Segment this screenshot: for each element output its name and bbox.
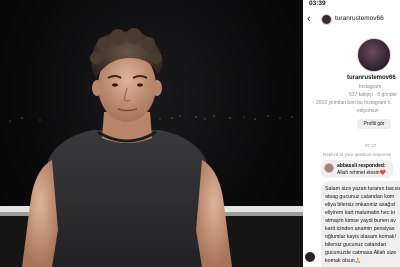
- message-bubble[interactable]: Salam sizə yazan turanın bacısı atsag gu…: [321, 181, 400, 267]
- profile-platform: Instagram: [359, 84, 382, 90]
- message-timestamp: 07:27: [365, 143, 377, 148]
- message-line: komak olsun🙏: [325, 258, 362, 264]
- profile-avatar[interactable]: [357, 38, 391, 72]
- profile-stats: 537 takipçi · 8 gönder: [349, 92, 398, 98]
- chat-header: ‹ turanrustemov66: [303, 12, 400, 28]
- profile-since-continued: ediyorsun: [357, 108, 379, 114]
- status-bar-time: 03:39: [309, 0, 326, 7]
- person-photo-illustration: [0, 28, 303, 267]
- header-username[interactable]: turanrustemov66: [335, 15, 384, 22]
- view-profile-button[interactable]: Profili gör: [357, 119, 391, 129]
- header-avatar[interactable]: [321, 14, 332, 25]
- message-line: atmayin kimse yaydi bunen av: [325, 218, 396, 224]
- sender-avatar: [305, 252, 315, 262]
- reply-note: Replied to your question response: [323, 152, 392, 157]
- message-line: atsag gucunuz catandan kom: [325, 194, 395, 200]
- message-line: eliyirem kart malumatin hec ki: [325, 210, 395, 216]
- message-line: bilersiz gucunuz catandan: [325, 242, 387, 248]
- story-reply-bubble[interactable]: abbassli responded: Allah rehmet elesin❤…: [321, 160, 393, 178]
- profile-name: turanrustemov66: [347, 75, 396, 81]
- profile-photo: [0, 0, 303, 267]
- profile-since: 2022 yılından beri bu Instagram h: [316, 100, 391, 106]
- story-text: Allah rehmet elesin❤️: [337, 170, 386, 176]
- message-line: karti icinden anamin pensiyas: [325, 226, 395, 232]
- message-line: oğlumlar kayis olasam komak!: [325, 234, 396, 240]
- message-line: eliya bilersiz imkaniniz asağıd: [325, 202, 395, 208]
- message-line: Salam sizə yazan turanın bacısı: [325, 186, 400, 192]
- message-line: gucunuzde catmasa Allah size: [325, 250, 397, 256]
- instagram-dm-screen: 03:39 ‹ turanrustemov66 turanrustemov66 …: [303, 0, 400, 267]
- chevron-left-icon[interactable]: ‹: [307, 13, 311, 25]
- story-avatar: [324, 163, 334, 173]
- story-username: abbassli responded:: [337, 163, 386, 169]
